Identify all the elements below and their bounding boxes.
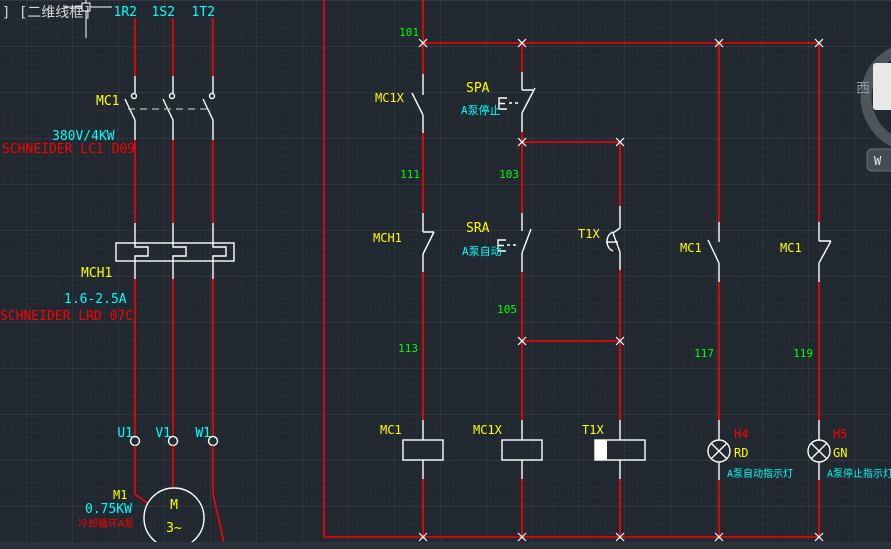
mc1x-no-contact[interactable] [412, 74, 423, 133]
spa-desc[interactable]: A泵停止 [461, 103, 501, 117]
power-circuit[interactable]: 1R2 1S2 1T2 MC1 380V/4KW SCHNEIDER LC1 D… [0, 5, 234, 548]
control-circuit[interactable]: 101 MC1X 111 MCH1 113 MC1 [324, 0, 891, 541]
lamp-h5-tag[interactable]: H5 [833, 427, 847, 441]
lamp-h5-code[interactable]: GN [833, 446, 847, 460]
contactor-tag[interactable]: MC1 [96, 94, 119, 109]
motor-phases[interactable]: 3~ [166, 521, 182, 536]
overload-range[interactable]: 1.6-2.5A [64, 292, 127, 307]
t1x-coil-label[interactable]: T1X [582, 423, 604, 437]
sra-start-button[interactable] [498, 213, 531, 272]
schematic-svg[interactable]: 1R2 1S2 1T2 MC1 380V/4KW SCHNEIDER LC1 D… [0, 0, 891, 549]
motor-name[interactable]: 冷却循环A泵 [78, 517, 134, 530]
sra-desc[interactable]: A泵自动 [462, 245, 502, 258]
terminal-v1[interactable]: V1 [155, 426, 171, 441]
mc1-nc-contact-label[interactable]: MC1 [780, 241, 802, 255]
node-103[interactable]: 103 [499, 168, 519, 181]
mc1-nc-contact[interactable] [819, 222, 831, 282]
node-117[interactable]: 117 [694, 347, 714, 360]
sra-tag[interactable]: SRA [466, 221, 490, 236]
mc1-no-contact[interactable] [708, 222, 719, 282]
lamp-h4-code[interactable]: RD [734, 446, 748, 460]
branch-timer[interactable]: T1X T1X [578, 142, 645, 537]
motor-symbol[interactable] [144, 488, 204, 548]
lamp-h5-desc[interactable]: A泵停止指示灯 [827, 467, 891, 480]
mc1-no-contact-label[interactable]: MC1 [680, 241, 702, 255]
contactor-model[interactable]: SCHNEIDER LC1 D09 [2, 142, 135, 157]
terminal-u1[interactable]: U1 [117, 426, 133, 441]
motor-power[interactable]: 0.75KW [85, 502, 132, 517]
spa-stop-button[interactable] [499, 72, 535, 132]
motor-letter[interactable]: M [170, 498, 178, 513]
phase-wires[interactable] [135, 18, 213, 437]
overload-model[interactable]: SCHNEIDER LRD 07C [0, 309, 133, 324]
node-119[interactable]: 119 [793, 347, 813, 360]
node-111[interactable]: 111 [400, 168, 420, 181]
motor-tag[interactable]: M1 [113, 488, 127, 502]
lamp-h4-tag[interactable]: H4 [734, 427, 748, 441]
node-113[interactable]: 113 [398, 342, 418, 355]
spa-tag[interactable]: SPA [466, 81, 490, 96]
phase-label-1t2[interactable]: 1T2 [192, 5, 215, 20]
drawing-canvas[interactable]: 1R2 1S2 1T2 MC1 380V/4KW SCHNEIDER LC1 D… [0, 0, 891, 549]
phase-label-1r2[interactable]: 1R2 [114, 5, 137, 20]
mc1x-coil-label[interactable]: MC1X [473, 423, 503, 437]
viewcube-face[interactable] [873, 63, 891, 110]
viewcube[interactable]: 西 [856, 47, 891, 147]
terminal-w1[interactable]: W1 [195, 426, 211, 441]
contactor-main-contacts[interactable] [125, 76, 215, 140]
branch-mc1-coil[interactable]: MC1X 111 MCH1 113 MC1 [373, 43, 443, 537]
mch1-contact-label[interactable]: MCH1 [373, 231, 402, 245]
t1x-contact-label[interactable]: T1X [578, 227, 600, 241]
branch-run-lamp[interactable]: MC1 117 H4 RD A泵自动指示灯 [680, 43, 793, 537]
mc1x-contact-label[interactable]: MC1X [375, 91, 405, 105]
node-105[interactable]: 105 [497, 303, 517, 316]
ucs-chip-label[interactable]: W [874, 154, 882, 168]
mc1-coil[interactable] [403, 420, 443, 479]
lamp-h4-desc[interactable]: A泵自动指示灯 [727, 467, 793, 480]
phase-label-1s2[interactable]: 1S2 [152, 5, 175, 20]
overload-tag[interactable]: MCH1 [81, 266, 112, 281]
t1x-timer-contact[interactable] [606, 206, 620, 270]
overload-relay[interactable] [116, 223, 234, 279]
viewcube-west-label[interactable]: 西 [856, 81, 870, 97]
mch1-nc-contact[interactable] [423, 213, 434, 272]
ucs-chip[interactable]: W [867, 149, 891, 171]
mc1x-coil[interactable] [502, 420, 542, 479]
mc1-coil-label[interactable]: MC1 [380, 423, 402, 437]
bottom-edge-strip [0, 542, 891, 549]
branch-mc1x-coil[interactable]: SPA A泵停止 103 SRA A泵自动 105 MC1X [461, 43, 620, 537]
node-101[interactable]: 101 [399, 26, 419, 39]
